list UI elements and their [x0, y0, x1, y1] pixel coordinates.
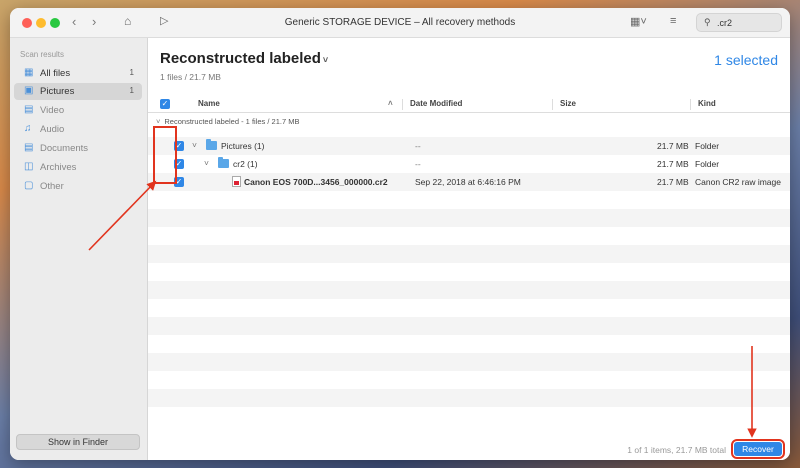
video-icon: ▤ — [24, 104, 34, 115]
empty-row — [148, 407, 790, 425]
row-size: 21.7 MB — [657, 177, 689, 187]
row-kind: Canon CR2 raw image — [695, 177, 781, 187]
row-date: Sep 22, 2018 at 6:46:16 PM — [415, 177, 521, 187]
group-header-text: Reconstructed labeled - 1 files / 21.7 M… — [164, 117, 300, 126]
empty-row — [148, 245, 790, 263]
sliders-icon[interactable]: ≡ — [670, 15, 676, 27]
image-file-icon — [232, 176, 241, 187]
archives-icon: ◫ — [24, 161, 34, 172]
chevron-down-icon: ˅ — [322, 55, 329, 65]
column-size[interactable]: Size — [560, 99, 576, 108]
sidebar-item-count: 1 — [129, 68, 134, 77]
page-title[interactable]: Reconstructed labeled ˅ — [160, 50, 328, 67]
empty-row — [148, 353, 790, 371]
row-date: -- — [415, 141, 421, 151]
sidebar-item-other[interactable]: ▢ Other — [14, 178, 142, 195]
chevron-down-icon: ˅ — [156, 117, 161, 126]
search-input[interactable] — [717, 16, 777, 29]
column-date-modified[interactable]: Date Modified — [410, 99, 462, 108]
row-name: Canon EOS 700D...3456_000000.cr2 — [244, 177, 388, 187]
table-row[interactable]: ✓ ˅ Pictures (1) -- 21.7 MB Folder — [148, 137, 790, 155]
search-icon: ⚲ — [704, 17, 711, 27]
row-kind: Folder — [695, 159, 720, 169]
column-kind[interactable]: Kind — [698, 99, 716, 108]
column-divider — [552, 99, 553, 110]
empty-row — [148, 371, 790, 389]
table-row[interactable]: ✓ ˅ cr2 (1) -- 21.7 MB Folder — [148, 155, 790, 173]
empty-row — [148, 191, 790, 209]
title-bar: ‹ › ⌂ ▷ Generic STORAGE DEVICE – All rec… — [10, 8, 790, 38]
folder-icon — [206, 139, 217, 150]
empty-row — [148, 317, 790, 335]
empty-row — [148, 281, 790, 299]
sidebar-item-documents[interactable]: ▤ Documents — [14, 140, 142, 157]
sidebar-item-archives[interactable]: ◫ Archives — [14, 159, 142, 176]
pictures-icon: ▣ — [24, 85, 34, 96]
sidebar-item-all-files[interactable]: ▦ All files 1 — [14, 65, 142, 82]
sidebar-header: Scan results — [20, 50, 65, 59]
audio-icon: ♫ — [24, 123, 32, 134]
column-divider — [402, 99, 403, 110]
sort-ascending-icon: ˄ — [388, 99, 393, 108]
recover-button[interactable]: Recover — [731, 439, 785, 459]
sidebar-item-label: Pictures — [40, 86, 75, 97]
sidebar-item-audio[interactable]: ♫ Audio — [14, 121, 142, 138]
search-field[interactable]: ⚲ — [696, 13, 782, 32]
table-row[interactable]: ✓ Canon EOS 700D...3456_000000.cr2 Sep 2… — [148, 173, 790, 191]
chevron-down-icon[interactable]: ˅ — [192, 140, 197, 150]
row-date: -- — [415, 159, 421, 169]
page-title-text: Reconstructed labeled — [160, 50, 321, 67]
sidebar-item-label: Other — [40, 181, 64, 192]
column-name[interactable]: Name — [198, 99, 220, 108]
column-header: ✓ Name ˄ Date Modified Size Kind — [148, 96, 790, 113]
row-kind: Folder — [695, 141, 720, 151]
sidebar-item-label: Video — [40, 105, 65, 116]
row-name: cr2 (1) — [233, 159, 258, 169]
row-size: 21.7 MB — [657, 159, 689, 169]
sidebar-item-label: Audio — [40, 124, 65, 135]
empty-row — [148, 263, 790, 281]
all-files-icon: ▦ — [24, 67, 34, 78]
sidebar: Scan results ▦ All files 1 ▣ Pictures 1 … — [10, 38, 148, 460]
page-subtitle: 1 files / 21.7 MB — [160, 72, 221, 82]
empty-row — [148, 299, 790, 317]
sidebar-item-video[interactable]: ▤ Video — [14, 102, 142, 119]
group-header[interactable]: ˅ Reconstructed labeled - 1 files / 21.7 … — [156, 117, 299, 126]
column-divider — [690, 99, 691, 110]
grid-view-icon[interactable]: ▦˅ — [630, 15, 647, 28]
row-size: 21.7 MB — [657, 141, 689, 151]
other-icon: ▢ — [24, 180, 34, 191]
annotation-highlight-box — [153, 126, 177, 184]
main-panel: Reconstructed labeled ˅ 1 files / 21.7 MB… — [148, 38, 790, 460]
sidebar-item-label: Documents — [40, 143, 89, 154]
empty-row — [148, 335, 790, 353]
empty-row — [148, 227, 790, 245]
select-all-checkbox[interactable]: ✓ — [160, 99, 170, 109]
app-window: ‹ › ⌂ ▷ Generic STORAGE DEVICE – All rec… — [10, 8, 790, 460]
show-in-finder-button[interactable]: Show in Finder — [16, 434, 140, 450]
sidebar-item-label: Archives — [40, 162, 77, 173]
row-name: Pictures (1) — [221, 141, 265, 151]
status-text: 1 of 1 items, 21.7 MB total — [627, 445, 726, 455]
empty-row — [148, 209, 790, 227]
documents-icon: ▤ — [24, 142, 34, 153]
sidebar-item-count: 1 — [129, 86, 134, 95]
sidebar-item-label: All files — [40, 68, 71, 79]
empty-row — [148, 389, 790, 407]
sidebar-item-pictures[interactable]: ▣ Pictures 1 — [14, 83, 142, 100]
selected-count: 1 selected — [714, 52, 778, 68]
folder-icon — [218, 157, 229, 168]
chevron-down-icon[interactable]: ˅ — [204, 158, 209, 168]
